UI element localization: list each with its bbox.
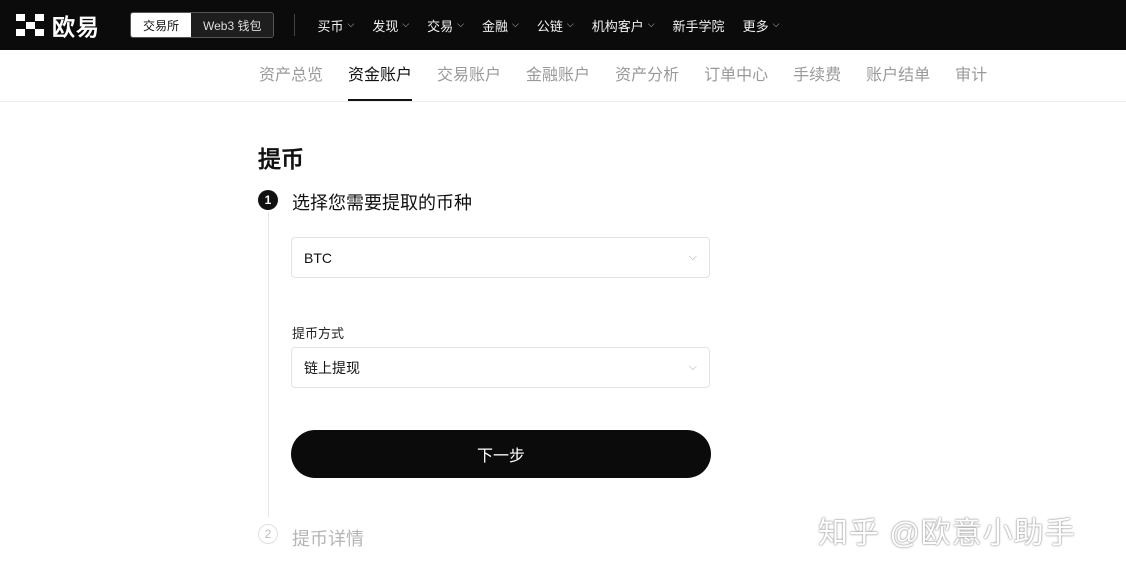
tab-finance-account[interactable]: 金融账户 — [526, 50, 590, 102]
coin-select-value: BTC — [304, 249, 332, 266]
chevron-down-icon: ⌵ — [512, 18, 519, 29]
next-step-button[interactable]: 下一步 — [291, 430, 711, 478]
menu-item-label: 交易 — [427, 18, 454, 34]
step-connector-line — [268, 212, 269, 517]
okx-logo-icon — [16, 14, 44, 36]
coin-select[interactable]: BTC ⌵ — [291, 237, 710, 278]
account-subnav: 资产总览 资金账户 交易账户 金融账户 资产分析 订单中心 手续费 账户结单 审… — [0, 50, 1126, 102]
menu-item-label: 金融 — [482, 18, 509, 34]
chevron-down-icon: ⌵ — [688, 251, 697, 263]
chevron-down-icon: ⌵ — [647, 18, 655, 29]
chevron-down-icon: ⌵ — [347, 18, 355, 29]
chevron-down-icon: ⌵ — [772, 18, 780, 29]
chevron-down-icon: ⌵ — [566, 18, 574, 29]
tab-asset-overview[interactable]: 资产总览 — [259, 50, 323, 102]
menu-item-label: 买币 — [317, 18, 344, 34]
page-title: 提币 — [258, 146, 304, 172]
tab-fees[interactable]: 手续费 — [793, 50, 841, 102]
menu-item-chain[interactable]: 公链 ⌵ — [537, 16, 574, 35]
chevron-down-icon: ⌵ — [402, 18, 410, 29]
tab-trading-account[interactable]: 交易账户 — [437, 50, 501, 102]
product-switch: 交易所 Web3 钱包 — [130, 12, 275, 38]
web3-wallet-switch-button[interactable]: Web3 钱包 — [191, 13, 274, 37]
logo[interactable]: 欧易 — [16, 8, 116, 42]
top-navigation-bar: 欧易 交易所 Web3 钱包 买币 ⌵ 发现 ⌵ 交易 ⌵ 金融 ⌵ 公链 ⌵ … — [0, 0, 1126, 50]
withdraw-method-select[interactable]: 链上提现 ⌵ — [291, 347, 710, 388]
tab-audit[interactable]: 审计 — [955, 50, 987, 102]
menu-item-buy[interactable]: 买币 ⌵ — [317, 16, 354, 35]
step-1-title: 选择您需要提取的币种 — [292, 193, 472, 213]
step-2-title: 提币详情 — [292, 529, 364, 549]
exchange-switch-button[interactable]: 交易所 — [131, 13, 192, 37]
logo-text: 欧易 — [52, 14, 100, 40]
watermark: 知乎 @欧意小助手 — [818, 517, 1076, 550]
menu-item-label: 公链 — [536, 18, 563, 34]
step-1-badge: 1 — [258, 190, 278, 210]
menu-item-more[interactable]: 更多 ⌵ — [743, 16, 780, 35]
menu-item-label: 发现 — [372, 18, 399, 34]
withdraw-method-value: 链上提现 — [304, 359, 360, 376]
tab-funding-account[interactable]: 资金账户 — [348, 50, 413, 102]
withdraw-method-label: 提币方式 — [292, 326, 345, 341]
menu-item-trade[interactable]: 交易 ⌵ — [427, 16, 464, 35]
menu-item-academy[interactable]: 新手学院 — [673, 16, 725, 35]
divider — [294, 14, 296, 36]
tab-account-statement[interactable]: 账户结单 — [866, 50, 930, 102]
menu-item-discover[interactable]: 发现 ⌵ — [372, 16, 409, 35]
tab-order-center[interactable]: 订单中心 — [704, 50, 768, 102]
account-tabs: 资产总览 资金账户 交易账户 金融账户 资产分析 订单中心 手续费 账户结单 审… — [259, 50, 1012, 102]
chevron-down-icon: ⌵ — [457, 18, 465, 29]
tab-asset-analysis[interactable]: 资产分析 — [615, 50, 679, 102]
menu-item-finance[interactable]: 金融 ⌵ — [482, 16, 519, 35]
menu-item-label: 更多 — [742, 18, 769, 34]
main-menu: 买币 ⌵ 发现 ⌵ 交易 ⌵ 金融 ⌵ 公链 ⌵ 机构客户 ⌵ 新手学院 更多 … — [317, 16, 797, 35]
menu-item-label: 机构客户 — [591, 18, 644, 34]
chevron-down-icon: ⌵ — [688, 361, 697, 373]
menu-item-label: 新手学院 — [672, 18, 725, 34]
step-2-badge: 2 — [258, 524, 278, 544]
menu-item-institutional[interactable]: 机构客户 ⌵ — [592, 16, 655, 35]
